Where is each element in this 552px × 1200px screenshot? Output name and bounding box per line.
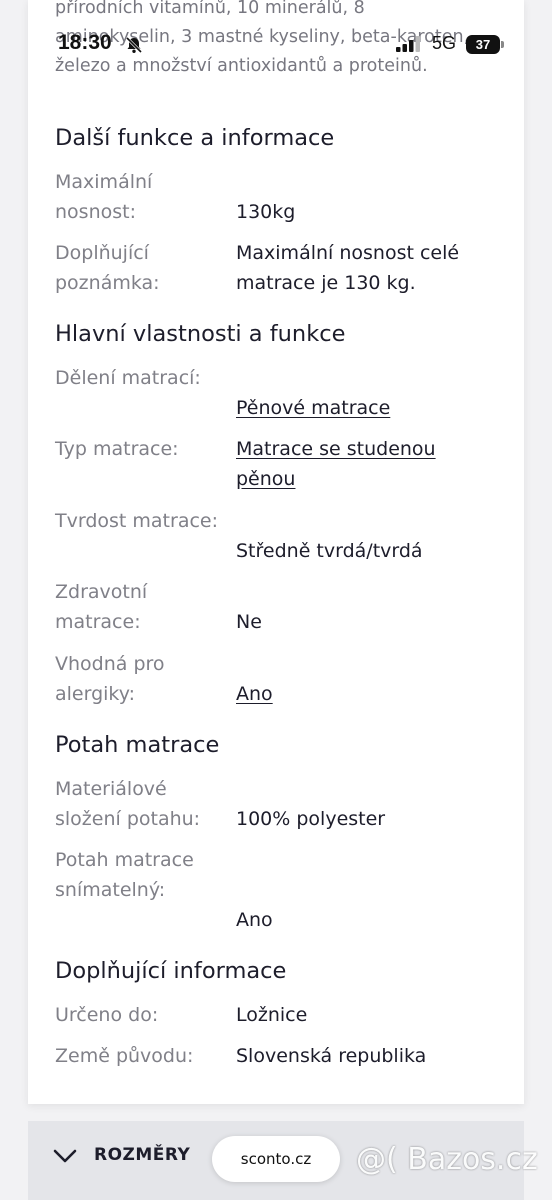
network-type: 5G (432, 33, 457, 53)
dimensions-label[interactable]: ROZMĚRY (94, 1145, 190, 1165)
value-intended-for: Ložnice (236, 1004, 308, 1026)
status-time: 18:30 (58, 31, 112, 54)
label-max-load: Maximální nosnost: (55, 171, 153, 223)
link-foam-mattresses[interactable]: Pěnové matrace (236, 393, 516, 423)
value-max-load: 130kg (236, 201, 296, 223)
value-country-of-origin: Slovenská republika (236, 1045, 427, 1067)
battery-tip (501, 41, 504, 48)
link-cold-foam-mattress[interactable]: Matrace se studenou pěnou (236, 434, 486, 494)
section-title-additional-info: Doplňující informace (55, 958, 287, 984)
label-cover-removable: Potah matrace snímatelný: (55, 849, 194, 901)
label-mattress-type: Typ matrace: (55, 438, 179, 460)
label-country-of-origin: Země původu: (55, 1045, 194, 1067)
chevron-down-icon[interactable] (52, 1146, 78, 1166)
label-additional-note: Doplňující poznámka: (55, 242, 160, 294)
value-cover-material: 100% polyester (236, 808, 386, 830)
section-title-main-properties: Hlavní vlastnosti a funkce (55, 321, 346, 347)
section-title-further-functions: Další funkce a informace (55, 125, 335, 151)
value-additional-note: Maximální nosnost celé matrace je 130 kg… (236, 242, 460, 294)
label-allergy-suitable: Vhodná pro alergiky: (55, 653, 165, 705)
label-medical-mattress: Zdravotní matrace: (55, 581, 148, 633)
value-cover-removable: Ano (236, 909, 273, 931)
address-bar-url[interactable]: sconto.cz (212, 1136, 340, 1182)
section-title-cover: Potah matrace (55, 732, 220, 758)
label-firmness: Tvrdost matrace: (55, 510, 218, 532)
bazos-watermark: @( Bazos.cz (356, 1142, 538, 1177)
bell-muted-icon (125, 36, 143, 54)
label-intended-for: Určeno do: (55, 1004, 159, 1026)
signal-icon (396, 36, 420, 52)
battery-icon: 37 (466, 35, 500, 54)
link-allergy-suitable[interactable]: Ano (236, 679, 516, 709)
label-mattress-category: Dělení matrací: (55, 367, 201, 389)
label-cover-material: Materiálové složení potahu: (55, 778, 201, 830)
value-medical-mattress: Ne (236, 611, 262, 633)
value-firmness: Středně tvrdá/tvrdá (236, 540, 423, 562)
